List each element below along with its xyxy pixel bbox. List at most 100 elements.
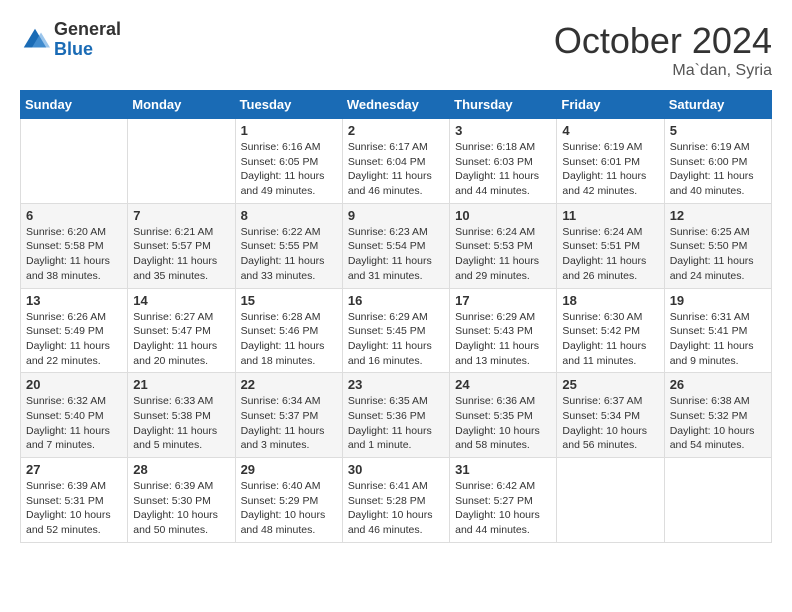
day-number: 22 bbox=[241, 377, 337, 392]
calendar-cell: 17 Sunrise: 6:29 AMSunset: 5:43 PMDayligh… bbox=[450, 288, 557, 373]
day-number: 15 bbox=[241, 293, 337, 308]
day-number: 14 bbox=[133, 293, 229, 308]
calendar-cell: 13Sunrise: 6:26 AMSunset: 5:49 PMDayligh… bbox=[21, 288, 128, 373]
day-info: Sunrise: 6:36 AMSunset: 5:35 PMDaylight:… bbox=[455, 394, 551, 453]
calendar-cell: 18 Sunrise: 6:30 AMSunset: 5:42 PMDayligh… bbox=[557, 288, 664, 373]
day-number: 10 bbox=[455, 208, 551, 223]
day-info: Sunrise: 6:23 AMSunset: 5:54 PMDaylight:… bbox=[348, 225, 444, 284]
day-info: Sunrise: 6:42 AMSunset: 5:27 PMDaylight:… bbox=[455, 479, 551, 538]
title-block: October 2024 Ma`dan, Syria bbox=[554, 20, 772, 80]
col-thursday: Thursday bbox=[450, 91, 557, 119]
calendar-cell: 26 Sunrise: 6:38 AMSunset: 5:32 PMDayligh… bbox=[664, 373, 771, 458]
calendar-cell: 14 Sunrise: 6:27 AMSunset: 5:47 PMDayligh… bbox=[128, 288, 235, 373]
day-number: 31 bbox=[455, 462, 551, 477]
day-info: Sunrise: 6:16 AMSunset: 6:05 PMDaylight:… bbox=[241, 140, 337, 199]
day-info: Sunrise: 6:38 AMSunset: 5:32 PMDaylight:… bbox=[670, 394, 766, 453]
calendar-cell: 19 Sunrise: 6:31 AMSunset: 5:41 PMDayligh… bbox=[664, 288, 771, 373]
logo-icon bbox=[20, 25, 50, 55]
calendar-cell: 4Sunrise: 6:19 AMSunset: 6:01 PMDaylight… bbox=[557, 119, 664, 204]
header-row: Sunday Monday Tuesday Wednesday Thursday… bbox=[21, 91, 772, 119]
day-number: 1 bbox=[241, 123, 337, 138]
day-info: Sunrise: 6:28 AMSunset: 5:46 PMDaylight:… bbox=[241, 310, 337, 369]
calendar-cell: 16Sunrise: 6:29 AMSunset: 5:45 PMDayligh… bbox=[342, 288, 449, 373]
calendar-cell: 29Sunrise: 6:40 AMSunset: 5:29 PMDayligh… bbox=[235, 458, 342, 543]
day-number: 5 bbox=[670, 123, 766, 138]
calendar-cell bbox=[557, 458, 664, 543]
calendar-week-row: 27 Sunrise: 6:39 AMSunset: 5:31 PMDayligh… bbox=[21, 458, 772, 543]
calendar-cell: 15 Sunrise: 6:28 AMSunset: 5:46 PMDayligh… bbox=[235, 288, 342, 373]
calendar-table: Sunday Monday Tuesday Wednesday Thursday… bbox=[20, 90, 772, 543]
col-friday: Friday bbox=[557, 91, 664, 119]
day-number: 18 bbox=[562, 293, 658, 308]
calendar-cell: 2 Sunrise: 6:17 AMSunset: 6:04 PMDaylight… bbox=[342, 119, 449, 204]
day-info: Sunrise: 6:32 AMSunset: 5:40 PMDaylight:… bbox=[26, 394, 122, 453]
day-number: 19 bbox=[670, 293, 766, 308]
day-info: Sunrise: 6:39 AMSunset: 5:30 PMDaylight:… bbox=[133, 479, 229, 538]
day-info: Sunrise: 6:37 AMSunset: 5:34 PMDaylight:… bbox=[562, 394, 658, 453]
calendar-cell: 1 Sunrise: 6:16 AMSunset: 6:05 PMDaylight… bbox=[235, 119, 342, 204]
day-info: Sunrise: 6:31 AMSunset: 5:41 PMDaylight:… bbox=[670, 310, 766, 369]
day-info: Sunrise: 6:29 AMSunset: 5:43 PMDaylight:… bbox=[455, 310, 551, 369]
day-info: Sunrise: 6:22 AMSunset: 5:55 PMDaylight:… bbox=[241, 225, 337, 284]
day-number: 6 bbox=[26, 208, 122, 223]
calendar-cell: 11 Sunrise: 6:24 AMSunset: 5:51 PMDayligh… bbox=[557, 203, 664, 288]
calendar-cell: 5Sunrise: 6:19 AMSunset: 6:00 PMDaylight… bbox=[664, 119, 771, 204]
calendar-cell: 22Sunrise: 6:34 AMSunset: 5:37 PMDayligh… bbox=[235, 373, 342, 458]
day-info: Sunrise: 6:26 AMSunset: 5:49 PMDaylight:… bbox=[26, 310, 122, 369]
day-info: Sunrise: 6:18 AMSunset: 6:03 PMDaylight:… bbox=[455, 140, 551, 199]
logo-general: General bbox=[54, 20, 121, 40]
day-number: 27 bbox=[26, 462, 122, 477]
calendar-cell: 23Sunrise: 6:35 AMSunset: 5:36 PMDayligh… bbox=[342, 373, 449, 458]
day-number: 8 bbox=[241, 208, 337, 223]
month-title: October 2024 bbox=[554, 20, 772, 62]
calendar-cell: 27 Sunrise: 6:39 AMSunset: 5:31 PMDayligh… bbox=[21, 458, 128, 543]
day-number: 26 bbox=[670, 377, 766, 392]
calendar-week-row: 13Sunrise: 6:26 AMSunset: 5:49 PMDayligh… bbox=[21, 288, 772, 373]
day-number: 16 bbox=[348, 293, 444, 308]
page-header: General Blue October 2024 Ma`dan, Syria bbox=[20, 20, 772, 80]
day-number: 9 bbox=[348, 208, 444, 223]
calendar-cell: 8 Sunrise: 6:22 AMSunset: 5:55 PMDaylight… bbox=[235, 203, 342, 288]
day-info: Sunrise: 6:25 AMSunset: 5:50 PMDaylight:… bbox=[670, 225, 766, 284]
calendar-cell: 30Sunrise: 6:41 AMSunset: 5:28 PMDayligh… bbox=[342, 458, 449, 543]
logo-text: General Blue bbox=[54, 20, 121, 60]
day-number: 12 bbox=[670, 208, 766, 223]
calendar-cell: 3 Sunrise: 6:18 AMSunset: 6:03 PMDaylight… bbox=[450, 119, 557, 204]
day-number: 2 bbox=[348, 123, 444, 138]
day-info: Sunrise: 6:21 AMSunset: 5:57 PMDaylight:… bbox=[133, 225, 229, 284]
day-number: 7 bbox=[133, 208, 229, 223]
day-number: 23 bbox=[348, 377, 444, 392]
day-info: Sunrise: 6:24 AMSunset: 5:53 PMDaylight:… bbox=[455, 225, 551, 284]
calendar-cell: 10 Sunrise: 6:24 AMSunset: 5:53 PMDayligh… bbox=[450, 203, 557, 288]
calendar-cell: 9 Sunrise: 6:23 AMSunset: 5:54 PMDaylight… bbox=[342, 203, 449, 288]
day-info: Sunrise: 6:27 AMSunset: 5:47 PMDaylight:… bbox=[133, 310, 229, 369]
calendar-header: Sunday Monday Tuesday Wednesday Thursday… bbox=[21, 91, 772, 119]
day-number: 4 bbox=[562, 123, 658, 138]
calendar-cell bbox=[128, 119, 235, 204]
day-info: Sunrise: 6:17 AMSunset: 6:04 PMDaylight:… bbox=[348, 140, 444, 199]
col-monday: Monday bbox=[128, 91, 235, 119]
day-info: Sunrise: 6:24 AMSunset: 5:51 PMDaylight:… bbox=[562, 225, 658, 284]
calendar-cell bbox=[664, 458, 771, 543]
calendar-cell: 12 Sunrise: 6:25 AMSunset: 5:50 PMDayligh… bbox=[664, 203, 771, 288]
day-info: Sunrise: 6:41 AMSunset: 5:28 PMDaylight:… bbox=[348, 479, 444, 538]
day-number: 3 bbox=[455, 123, 551, 138]
day-number: 25 bbox=[562, 377, 658, 392]
day-info: Sunrise: 6:30 AMSunset: 5:42 PMDaylight:… bbox=[562, 310, 658, 369]
calendar-cell: 31 Sunrise: 6:42 AMSunset: 5:27 PMDayligh… bbox=[450, 458, 557, 543]
calendar-week-row: 20Sunrise: 6:32 AMSunset: 5:40 PMDayligh… bbox=[21, 373, 772, 458]
calendar-cell: 24Sunrise: 6:36 AMSunset: 5:35 PMDayligh… bbox=[450, 373, 557, 458]
calendar-body: 1 Sunrise: 6:16 AMSunset: 6:05 PMDaylight… bbox=[21, 119, 772, 543]
day-number: 11 bbox=[562, 208, 658, 223]
col-wednesday: Wednesday bbox=[342, 91, 449, 119]
logo: General Blue bbox=[20, 20, 121, 60]
calendar-cell: 7 Sunrise: 6:21 AMSunset: 5:57 PMDaylight… bbox=[128, 203, 235, 288]
calendar-cell: 21Sunrise: 6:33 AMSunset: 5:38 PMDayligh… bbox=[128, 373, 235, 458]
day-number: 29 bbox=[241, 462, 337, 477]
col-sunday: Sunday bbox=[21, 91, 128, 119]
calendar-cell: 6 Sunrise: 6:20 AMSunset: 5:58 PMDaylight… bbox=[21, 203, 128, 288]
calendar-cell: 25 Sunrise: 6:37 AMSunset: 5:34 PMDayligh… bbox=[557, 373, 664, 458]
day-info: Sunrise: 6:39 AMSunset: 5:31 PMDaylight:… bbox=[26, 479, 122, 538]
day-info: Sunrise: 6:20 AMSunset: 5:58 PMDaylight:… bbox=[26, 225, 122, 284]
day-number: 17 bbox=[455, 293, 551, 308]
